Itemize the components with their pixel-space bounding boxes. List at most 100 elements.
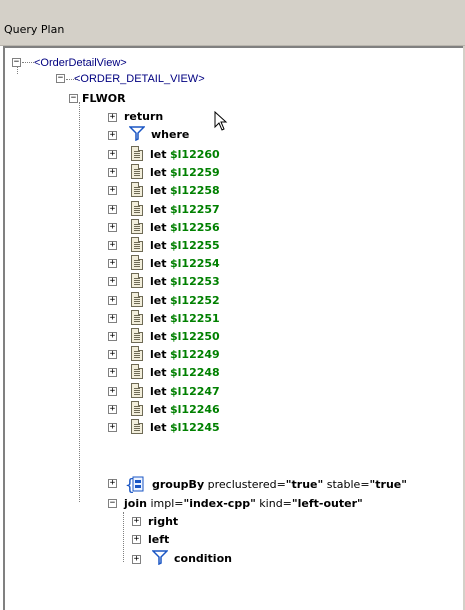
expand-toggle[interactable]: + [108, 479, 117, 488]
attr-value: "true" [369, 478, 407, 491]
expand-toggle[interactable]: + [108, 150, 117, 159]
expand-toggle[interactable]: + [108, 223, 117, 232]
let-variable: $l12255 [170, 239, 220, 252]
tree-node-root[interactable]: <OrderDetailView> [34, 55, 127, 71]
expand-toggle[interactable]: + [132, 535, 141, 544]
tree-node-groupby[interactable]: groupBy preclustered="true" stable="true… [152, 477, 407, 492]
node-keyword: let [150, 184, 167, 197]
let-variable: $l12248 [170, 366, 220, 379]
expand-toggle[interactable]: + [108, 205, 117, 214]
collapse-toggle[interactable]: − [69, 94, 78, 103]
let-variable: $l12257 [170, 203, 220, 216]
tree-node-let[interactable]: let $l12247 [150, 384, 220, 399]
expand-toggle[interactable]: + [108, 387, 117, 396]
node-label: left [148, 533, 170, 546]
let-variable: $l12250 [170, 330, 220, 343]
let-variable: $l12245 [170, 421, 220, 434]
node-keyword: let [150, 294, 167, 307]
let-variable: $l12251 [170, 312, 220, 325]
tree-node-right[interactable]: right [148, 514, 178, 529]
node-keyword: let [150, 330, 167, 343]
node-label: FLWOR [82, 92, 126, 105]
connector [79, 102, 80, 502]
expand-toggle[interactable]: + [108, 259, 117, 268]
connector [22, 62, 34, 63]
node-keyword: let [150, 366, 167, 379]
collapse-toggle[interactable]: − [108, 499, 117, 508]
tree-node-let[interactable]: let $l12245 [150, 420, 220, 435]
node-keyword: let [150, 275, 167, 288]
node-keyword: join [124, 497, 147, 510]
tree-node-let[interactable]: let $l12249 [150, 347, 220, 362]
expand-toggle[interactable]: + [108, 423, 117, 432]
tree-node-let[interactable]: let $l12252 [150, 293, 220, 308]
tree-node-let[interactable]: let $l12256 [150, 220, 220, 235]
node-keyword: let [150, 148, 167, 161]
node-label: where [151, 128, 190, 141]
node-label: <ORDER_DETAIL_VIEW> [74, 73, 205, 85]
attr-value: "index-cpp" [183, 497, 256, 510]
expand-toggle[interactable]: + [108, 296, 117, 305]
let-variable: $l12260 [170, 148, 220, 161]
node-keyword: let [150, 257, 167, 270]
tree-node-left[interactable]: left [148, 532, 169, 547]
tree-node-let[interactable]: let $l12253 [150, 274, 220, 289]
expand-toggle[interactable]: + [108, 368, 117, 377]
let-doc-icon [131, 364, 143, 379]
tree-node-let[interactable]: let $l12257 [150, 202, 220, 217]
node-label: <OrderDetailView> [34, 57, 127, 69]
tree-node-let[interactable]: let $l12259 [150, 165, 220, 180]
tree-node-let[interactable]: let $l12251 [150, 311, 220, 326]
tree-node-let[interactable]: let $l12255 [150, 238, 220, 253]
let-doc-icon [131, 273, 143, 288]
connector [17, 66, 18, 74]
expand-toggle[interactable]: + [108, 350, 117, 359]
node-keyword: let [150, 403, 167, 416]
expand-toggle[interactable]: + [108, 314, 117, 323]
expand-toggle[interactable]: + [108, 332, 117, 341]
node-keyword: let [150, 239, 167, 252]
expand-toggle[interactable]: + [108, 241, 117, 250]
tree-node-where[interactable]: where [151, 127, 189, 142]
node-keyword: let [150, 348, 167, 361]
panel-header: Query Plan [0, 0, 465, 46]
expand-toggle[interactable]: + [108, 131, 117, 140]
let-doc-icon [131, 146, 143, 161]
tree-node-flwor[interactable]: FLWOR [82, 91, 126, 106]
tree-node-join[interactable]: join impl="index-cpp" kind="left-outer" [124, 496, 363, 511]
expand-toggle[interactable]: + [108, 186, 117, 195]
tree-node-let[interactable]: let $l12246 [150, 402, 220, 417]
expand-toggle[interactable]: + [132, 517, 141, 526]
tree-node-condition[interactable]: condition [174, 551, 232, 566]
collapse-toggle[interactable]: − [56, 74, 65, 83]
let-doc-icon [131, 328, 143, 343]
let-doc-icon [131, 219, 143, 234]
let-variable: $l12254 [170, 257, 220, 270]
let-doc-icon [131, 419, 143, 434]
node-keyword: let [150, 166, 167, 179]
tree-node-let[interactable]: let $l12258 [150, 183, 220, 198]
let-doc-icon [131, 292, 143, 307]
connector [123, 512, 124, 562]
panel-title: Query Plan [4, 23, 65, 36]
filter-icon [129, 126, 145, 141]
expand-toggle[interactable]: + [108, 405, 117, 414]
expand-toggle[interactable]: + [108, 277, 117, 286]
tree-node-let[interactable]: let $l12248 [150, 365, 220, 380]
tree-view[interactable] [3, 46, 465, 610]
node-keyword: let [150, 221, 167, 234]
expand-toggle[interactable]: + [108, 168, 117, 177]
node-label: condition [174, 552, 232, 565]
let-doc-icon [131, 346, 143, 361]
tree-node-let[interactable]: let $l12250 [150, 329, 220, 344]
node-keyword: groupBy [152, 478, 205, 491]
expand-toggle[interactable]: + [132, 555, 141, 564]
collapse-toggle[interactable]: − [12, 58, 21, 67]
query-plan-panel: Query Plan − <OrderDetailView> − <ORDER_… [0, 0, 465, 610]
tree-node-let[interactable]: let $l12254 [150, 256, 220, 271]
expand-toggle[interactable]: + [108, 113, 117, 122]
tree-node-return[interactable]: return [124, 109, 163, 124]
let-doc-icon [131, 401, 143, 416]
tree-node-let[interactable]: let $l12260 [150, 147, 220, 162]
tree-node-view[interactable]: <ORDER_DETAIL_VIEW> [74, 71, 205, 87]
